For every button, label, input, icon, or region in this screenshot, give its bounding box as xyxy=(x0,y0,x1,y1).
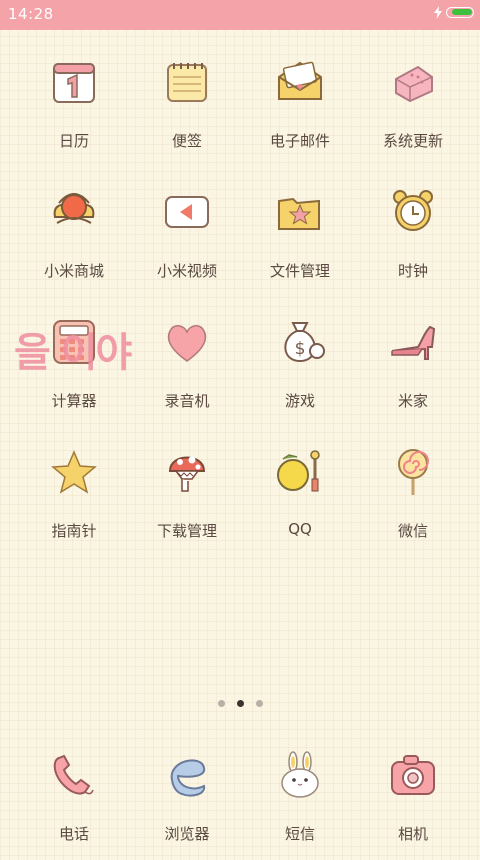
app-label: 小米视频 xyxy=(156,262,217,280)
app-label: 系统更新 xyxy=(382,132,443,150)
app-label: 便签 xyxy=(171,132,202,150)
page-indicator[interactable] xyxy=(0,700,480,707)
mushroom-icon xyxy=(162,447,212,497)
app-label: 电话 xyxy=(58,825,89,843)
app-label: 微信 xyxy=(397,522,428,540)
calendar-icon xyxy=(49,57,99,107)
app-notepad[interactable]: 便签 xyxy=(127,57,247,167)
app-recorder[interactable]: 录音机 xyxy=(127,317,247,427)
overlay-text: 을 이야 xyxy=(14,330,132,376)
svg-text:$: $ xyxy=(295,339,306,359)
clock-icon xyxy=(388,187,438,237)
app-star[interactable]: 指南针 xyxy=(14,447,134,557)
battery-icon xyxy=(446,7,474,18)
app-label: QQ xyxy=(288,520,312,538)
page-dot[interactable] xyxy=(217,700,225,707)
app-label: 小米商城 xyxy=(43,262,104,280)
app-calendar[interactable]: 日历 xyxy=(14,57,134,167)
app-label: 录音机 xyxy=(164,392,210,410)
charging-icon xyxy=(434,6,442,19)
app-clock[interactable]: 时钟 xyxy=(353,187,473,297)
app-label: 电子邮件 xyxy=(269,132,330,150)
app-system-update[interactable]: 系统更新 xyxy=(353,57,473,167)
app-browser[interactable]: 浏览器 xyxy=(127,750,247,860)
money-bag-icon: $ xyxy=(275,317,325,367)
app-label: 浏览器 xyxy=(164,825,210,843)
qq-icon xyxy=(275,447,325,497)
system-update-icon xyxy=(388,57,438,107)
app-mushroom[interactable]: 下载管理 xyxy=(127,447,247,557)
battery-fill xyxy=(452,9,472,15)
app-label: 计算器 xyxy=(51,392,97,410)
recorder-icon xyxy=(162,317,212,367)
status-bar: 14:28 xyxy=(0,0,480,30)
phone-icon xyxy=(49,750,99,800)
mail-icon xyxy=(275,57,325,107)
app-label: 文件管理 xyxy=(269,262,330,280)
folder-icon xyxy=(275,187,325,237)
app-camera[interactable]: 相机 xyxy=(353,750,473,860)
high-heel-icon xyxy=(388,317,438,367)
bunny-icon xyxy=(275,750,325,800)
app-lollipop[interactable]: 微信 xyxy=(353,447,473,557)
app-qq[interactable]: QQ xyxy=(240,447,360,557)
browser-icon xyxy=(162,750,212,800)
status-icons xyxy=(434,6,474,19)
app-label: 时钟 xyxy=(397,262,428,280)
app-mail[interactable]: 电子邮件 xyxy=(240,57,360,167)
app-video[interactable]: 小米视频 xyxy=(127,187,247,297)
app-high-heel[interactable]: 米家 xyxy=(353,317,473,427)
app-label: 游戏 xyxy=(284,392,315,410)
app-label: 指南针 xyxy=(51,522,97,540)
status-time: 14:28 xyxy=(8,5,54,23)
app-label: 相机 xyxy=(397,825,428,843)
app-folder[interactable]: 文件管理 xyxy=(240,187,360,297)
lollipop-icon xyxy=(388,447,438,497)
app-label: 日历 xyxy=(58,132,89,150)
video-icon xyxy=(162,187,212,237)
app-label: 短信 xyxy=(284,825,315,843)
app-label: 米家 xyxy=(397,392,428,410)
camera-icon xyxy=(388,750,438,800)
notepad-icon xyxy=(162,57,212,107)
app-label: 下载管理 xyxy=(156,522,217,540)
app-bunny[interactable]: 短信 xyxy=(240,750,360,860)
page-dot[interactable] xyxy=(255,700,263,707)
app-money-bag[interactable]: $ 游戏 xyxy=(240,317,360,427)
page-dot-active[interactable] xyxy=(236,700,244,707)
app-phone[interactable]: 电话 xyxy=(14,750,134,860)
app-mi-store[interactable]: 小米商城 xyxy=(14,187,134,297)
star-icon xyxy=(49,447,99,497)
mi-store-icon xyxy=(49,187,99,237)
